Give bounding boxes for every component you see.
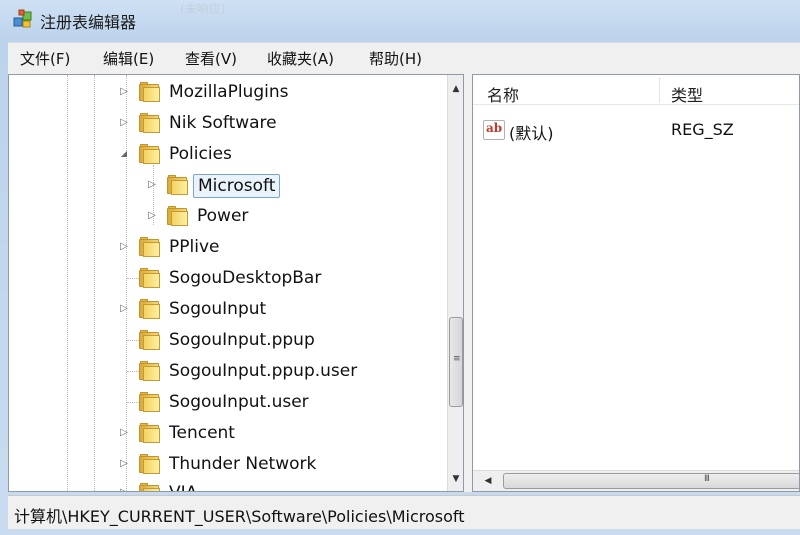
scroll-thumb[interactable]: III — [503, 473, 799, 489]
tree-item[interactable]: ▷ PPlive — [9, 233, 449, 261]
regedit-icon — [13, 9, 32, 28]
expand-icon[interactable]: ▷ — [147, 211, 157, 221]
folder-icon — [139, 423, 161, 443]
tree-item[interactable]: ▷ Tencent — [9, 419, 449, 447]
grip-icon: ≡ — [453, 354, 461, 364]
title-bar[interactable]: 注册表编辑器 (未响应) — [0, 0, 800, 40]
folder-open-icon — [139, 144, 161, 164]
window-title-ghost: (未响应) — [180, 2, 226, 14]
tree-item-label: Power — [197, 206, 249, 226]
menu-file[interactable]: 文件(F) — [20, 48, 70, 69]
folder-icon — [139, 483, 161, 491]
folder-icon — [139, 330, 161, 350]
tree-item[interactable]: ▷ VIA — [9, 479, 449, 492]
folder-icon — [139, 82, 161, 102]
tree-item-label: SogouInput.ppup.user — [169, 361, 358, 381]
column-header-name[interactable]: 名称 — [487, 82, 519, 106]
folder-icon — [139, 392, 161, 412]
tree-item[interactable]: ▷ Power — [9, 202, 449, 230]
folder-icon — [139, 113, 161, 133]
scroll-thumb[interactable]: ≡ — [449, 317, 463, 407]
tree-item-label: SogouInput — [169, 299, 267, 319]
column-header-type[interactable]: 类型 — [671, 82, 703, 106]
tree-item-label: PPlive — [169, 237, 220, 257]
tree-item-selected[interactable]: ▷ Microsoft — [9, 171, 449, 199]
tree-item[interactable]: SogouInput.ppup — [9, 326, 449, 354]
grip-icon: III — [704, 474, 710, 484]
tree-item-label: SogouInput.ppup — [169, 330, 315, 350]
expand-icon[interactable]: ▷ — [119, 242, 129, 252]
tree-item[interactable]: SogouDesktopBar — [9, 264, 449, 292]
value-list[interactable]: 名称 类型 ab (默认) REG_SZ ◀ III — [472, 74, 800, 492]
regedit-window: 注册表编辑器 (未响应) 文件(F) 编辑(E) 查看(V) 收藏夹(A) 帮助… — [0, 0, 800, 535]
expand-icon[interactable]: ▷ — [119, 488, 129, 492]
expand-icon[interactable]: ▷ — [119, 459, 129, 469]
folder-icon — [139, 268, 161, 288]
tree-item-label: SogouDesktopBar — [169, 268, 322, 288]
tree-item[interactable]: ▷ SogouInput — [9, 295, 449, 323]
folder-icon — [167, 175, 189, 195]
menu-view[interactable]: 查看(V) — [185, 48, 237, 69]
scroll-left-arrow-icon[interactable]: ◀ — [481, 473, 495, 489]
tree-item-label: SogouInput.user — [169, 392, 309, 412]
tree-item-label: MozillaPlugins — [169, 82, 289, 102]
tree-item[interactable]: ▷ MozillaPlugins — [9, 78, 449, 106]
tree-item[interactable]: SogouInput.ppup.user — [9, 357, 449, 385]
menu-edit[interactable]: 编辑(E) — [103, 48, 154, 69]
tree-connector — [127, 371, 139, 372]
tree-item-label: Nik Software — [169, 113, 277, 133]
status-path: 计算机\HKEY_CURRENT_USER\Software\Policies\… — [14, 507, 465, 526]
tree-vertical-scrollbar[interactable]: ▲ ≡ ▼ — [447, 75, 463, 491]
tree-item-label: Policies — [169, 144, 232, 164]
folder-icon — [139, 299, 161, 319]
expand-icon[interactable]: ▷ — [119, 304, 129, 314]
tree-connector — [127, 340, 139, 341]
column-separator[interactable] — [659, 77, 660, 103]
scroll-up-arrow-icon[interactable]: ▲ — [448, 81, 463, 97]
window-title: 注册表编辑器 — [40, 13, 137, 32]
tree-item[interactable]: ▷ Thunder Network — [9, 450, 449, 478]
expand-icon[interactable]: ▷ — [119, 428, 129, 438]
collapse-icon[interactable]: ◢ — [119, 149, 129, 159]
tree-connector — [127, 278, 139, 279]
menu-help[interactable]: 帮助(H) — [369, 48, 422, 69]
tree-item[interactable]: ▷ Nik Software — [9, 109, 449, 137]
tree-item-label: Thunder Network — [169, 454, 317, 474]
status-bar: 计算机\HKEY_CURRENT_USER\Software\Policies\… — [8, 495, 800, 529]
expand-icon[interactable]: ▷ — [119, 118, 129, 128]
list-horizontal-scrollbar[interactable]: ◀ III — [473, 470, 799, 491]
tree-item-label: VIA — [165, 482, 201, 491]
reg-sz-icon: ab — [483, 120, 505, 140]
expand-icon[interactable]: ▷ — [147, 180, 157, 190]
folder-icon — [139, 361, 161, 381]
key-tree[interactable]: ▷ MozillaPlugins ▷ Nik Software ◢ Polici… — [8, 74, 464, 492]
tree-item[interactable]: ◢ Policies — [9, 140, 449, 168]
value-type: REG_SZ — [671, 120, 734, 139]
tree-item[interactable]: SogouInput.user — [9, 388, 449, 416]
tree-connector — [127, 402, 139, 403]
scroll-down-arrow-icon[interactable]: ▼ — [448, 471, 463, 487]
folder-icon — [139, 454, 161, 474]
expand-icon[interactable]: ▷ — [119, 87, 129, 97]
value-name: (默认) — [509, 124, 554, 143]
menu-bar: 文件(F) 编辑(E) 查看(V) 收藏夹(A) 帮助(H) — [8, 42, 800, 70]
tree-item-label: Tencent — [169, 423, 235, 443]
column-header: 名称 类型 — [473, 75, 799, 106]
folder-icon — [139, 237, 161, 257]
tree-item-label: Microsoft — [193, 174, 281, 198]
folder-icon — [167, 206, 189, 226]
list-row[interactable]: ab (默认) REG_SZ — [473, 117, 799, 143]
menu-favorites[interactable]: 收藏夹(A) — [267, 48, 334, 69]
